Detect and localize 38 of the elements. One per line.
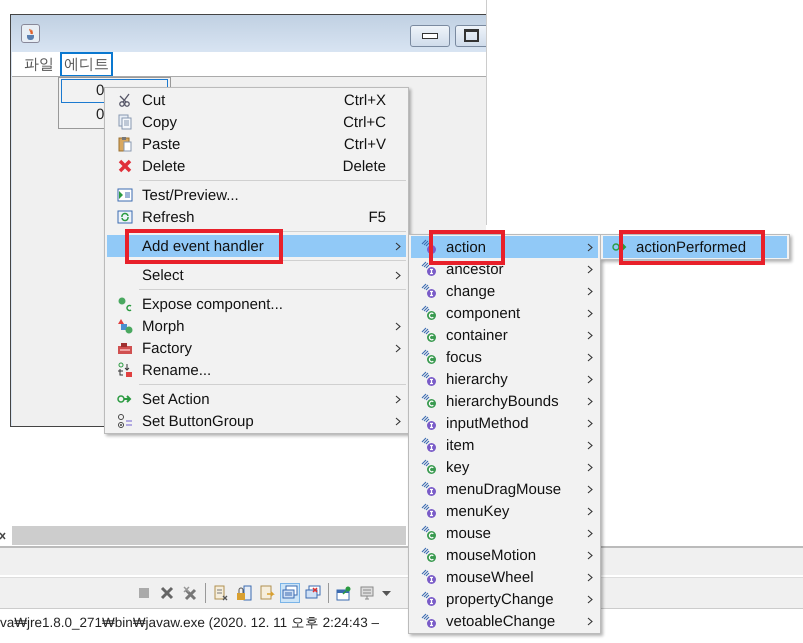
menu-item-label: Select xyxy=(142,266,184,284)
menu-item-label: actionPerformed xyxy=(636,238,746,256)
menu-item-label: Set ButtonGroup xyxy=(142,412,254,430)
menu-item-label: hierarchyBounds xyxy=(446,392,559,410)
menu-item-label: Expose component... xyxy=(142,296,283,312)
menu-item-label: Cut xyxy=(142,92,166,108)
menu-item-label: mouseMotion xyxy=(446,546,536,564)
shortcut-text: Ctrl+X xyxy=(344,92,387,108)
shortcut-text: F5 xyxy=(368,208,387,226)
menu-item-label: Delete xyxy=(142,158,186,174)
menu-item-label: key xyxy=(446,458,470,476)
menu-item-label: Add event handler xyxy=(142,238,264,254)
menu-item-label: Paste xyxy=(142,136,180,152)
menu-item-label: vetoableChange xyxy=(446,612,556,630)
menu-item-label: inputMethod xyxy=(446,414,529,432)
menu-item-label: component xyxy=(446,304,520,322)
menu-item-label: focus xyxy=(446,348,482,366)
menu-item-label: Refresh xyxy=(142,208,195,226)
menu-item-label: menuKey xyxy=(446,502,510,520)
menu-item-label: Set Action xyxy=(142,390,210,408)
menu-item-label: Copy xyxy=(142,114,178,130)
shortcut-text: Ctrl+V xyxy=(344,136,387,152)
menu-item-label: mouse xyxy=(446,524,492,542)
menu-item-label: item xyxy=(446,436,474,454)
menu-item-label: Rename... xyxy=(142,362,212,378)
menu-item-label: Factory xyxy=(142,340,192,356)
menu-item-label: propertyChange xyxy=(446,590,554,608)
menu-item-label: change xyxy=(446,282,496,300)
menu-item-label: Test/Preview... xyxy=(142,186,239,204)
menu-item-label: Morph xyxy=(142,318,185,334)
shortcut-text: Delete xyxy=(342,158,387,174)
menu-item-label: hierarchy xyxy=(446,370,508,388)
menu-item-label: container xyxy=(446,326,508,344)
menu-item-label: action xyxy=(446,238,486,256)
menu-item-label: ancestor xyxy=(446,260,504,278)
menu-item-label: menuDragMouse xyxy=(446,480,562,498)
shortcut-text: Ctrl+C xyxy=(343,114,387,130)
menu-item-label: mouseWheel xyxy=(446,568,534,586)
